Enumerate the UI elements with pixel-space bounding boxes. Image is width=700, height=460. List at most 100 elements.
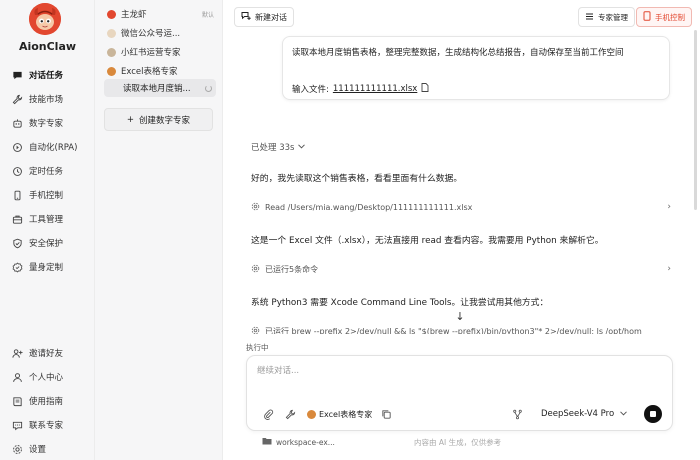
expert-manage-label: 专家管理 bbox=[598, 12, 628, 22]
model-selector[interactable]: DeepSeek-V4 Pro bbox=[541, 408, 628, 420]
default-badge: 默认 bbox=[201, 11, 214, 19]
plus-icon: + bbox=[126, 114, 135, 125]
chevron-down-icon bbox=[620, 409, 628, 419]
copy-icon[interactable] bbox=[380, 408, 392, 420]
nav-item-user-guide[interactable]: 使用指南 bbox=[12, 393, 63, 409]
folder-icon bbox=[262, 437, 272, 447]
avatar bbox=[107, 9, 116, 19]
nav-item-scheduled-tasks[interactable]: 定时任务 bbox=[12, 163, 63, 179]
avatar bbox=[107, 28, 116, 38]
create-expert-label: 创建数字专家 bbox=[139, 115, 191, 126]
nav-item-chat-tasks[interactable]: 对话任务 bbox=[12, 67, 63, 83]
nav-item-skill-market[interactable]: 技能市场 bbox=[12, 91, 63, 107]
nav-item-customize[interactable]: 量身定制 bbox=[12, 259, 63, 275]
nav-item-profile[interactable]: 个人中心 bbox=[12, 369, 63, 385]
expert-manage-button[interactable]: 专家管理 bbox=[578, 7, 635, 27]
nav-item-label: 使用指南 bbox=[29, 397, 64, 407]
expert-selector[interactable]: Excel表格专家 bbox=[307, 408, 372, 420]
session-item[interactable]: Excel表格专家 bbox=[104, 62, 216, 80]
nav-item-label: 联系专家 bbox=[29, 421, 64, 431]
badge-icon bbox=[12, 262, 23, 273]
session-label: Excel表格专家 bbox=[121, 67, 178, 77]
stop-icon bbox=[650, 411, 656, 417]
gear-icon bbox=[251, 264, 260, 275]
nav-item-phone-control[interactable]: 手机控制 bbox=[12, 187, 63, 203]
workspace-selector[interactable]: workspace-ex... bbox=[262, 437, 335, 447]
tool-call-row[interactable]: 已运行5条命令 › bbox=[251, 262, 671, 276]
tool-call-label: 已运行5条命令 bbox=[265, 264, 319, 274]
robot-icon bbox=[12, 118, 23, 129]
nav-item-label: 对话任务 bbox=[29, 71, 64, 81]
running-status: 执行中 bbox=[246, 343, 269, 352]
input-file: 输入文件: 111111111111.xlsx bbox=[292, 83, 429, 95]
ai-disclaimer: 内容由 AI 生成，仅供参考 bbox=[414, 438, 502, 447]
session-item[interactable]: 小红书运营专家 bbox=[104, 43, 216, 61]
nav-item-invite-friends[interactable]: 邀请好友 bbox=[12, 345, 63, 361]
phone-control-label: 手机控制 bbox=[655, 12, 685, 22]
nav-item-label: 定时任务 bbox=[29, 167, 64, 177]
phone-icon bbox=[12, 190, 23, 201]
shield-icon bbox=[12, 238, 23, 249]
assistant-message: 系统 Python3 需要 Xcode Command Line Tools。让… bbox=[251, 298, 549, 308]
nav-item-label: 自动化(RPA) bbox=[29, 143, 78, 153]
processed-label: 已处理 33s bbox=[251, 143, 295, 153]
toolbox-icon bbox=[12, 214, 23, 225]
new-chat-button[interactable]: 新建对话 bbox=[234, 7, 294, 27]
chevron-down-icon bbox=[298, 142, 306, 152]
nav-item-label: 手机控制 bbox=[29, 191, 64, 201]
assistant-message: 好的，我先读取这个销售表格，看看里面有什么数据。 bbox=[251, 174, 463, 184]
user-message: 读取本地月度销售表格，整理完整数据，生成结构化总结报告，自动保存至当前工作空间 … bbox=[282, 36, 670, 100]
nav-item-label: 邀请好友 bbox=[29, 349, 64, 359]
avatar bbox=[107, 66, 116, 76]
nav-item-security[interactable]: 安全保护 bbox=[12, 235, 63, 251]
tool-call-label: Read /Users/mia.wang/Desktop/11111111111… bbox=[265, 202, 473, 212]
session-item[interactable]: 主龙虾 默认 bbox=[104, 5, 216, 23]
nav-item-label: 量身定制 bbox=[29, 263, 64, 273]
assistant-message: 这是一个 Excel 文件（.xlsx），无法直接用 read 查看内容。我需要… bbox=[251, 236, 604, 246]
attach-icon[interactable] bbox=[262, 408, 274, 420]
scroll-down-arrow-icon[interactable]: ↓ bbox=[452, 308, 468, 324]
session-label: 微信公众号运... bbox=[121, 29, 181, 39]
app-logo[interactable] bbox=[29, 3, 61, 35]
chat-main: 新建对话 专家管理 手机控制 读取本地月度销售表格，整理完整数据，生成结构化总结… bbox=[224, 0, 700, 460]
nav-item-settings[interactable]: 设置 bbox=[12, 441, 46, 457]
message-composer[interactable]: 继续对话... Excel表格专家 DeepSeek-V4 Pro bbox=[246, 355, 673, 431]
nav-item-label: 个人中心 bbox=[29, 373, 64, 383]
nav-item-tool-management[interactable]: 工具管理 bbox=[12, 211, 63, 227]
new-chat-icon bbox=[241, 11, 251, 23]
tool-call-row[interactable]: 已运行 brew --prefix 2>/dev/null && ls "$(b… bbox=[251, 324, 671, 336]
chevron-right-icon: › bbox=[667, 264, 671, 274]
input-file-link[interactable]: 111111111111.xlsx bbox=[333, 84, 417, 94]
phone-control-button[interactable]: 手机控制 bbox=[636, 7, 692, 27]
session-item[interactable]: 微信公众号运... bbox=[104, 24, 216, 42]
model-selector-label: DeepSeek-V4 Pro bbox=[541, 409, 615, 419]
nav-item-contact-expert[interactable]: 联系专家 bbox=[12, 417, 63, 433]
input-file-prefix: 输入文件: bbox=[292, 85, 329, 95]
chevron-right-icon: › bbox=[667, 202, 671, 212]
nav-item-label: 数字专家 bbox=[29, 119, 64, 129]
wrench-icon bbox=[12, 94, 23, 105]
tools-icon[interactable] bbox=[284, 408, 296, 420]
branch-icon[interactable] bbox=[511, 408, 523, 420]
gear-icon bbox=[251, 326, 260, 335]
expert-selector-label: Excel表格专家 bbox=[319, 409, 373, 419]
scrollbar[interactable] bbox=[694, 30, 697, 210]
composer-input[interactable]: 继续对话... bbox=[257, 364, 299, 376]
session-label: 小红书运营专家 bbox=[121, 48, 181, 58]
nav-item-automation-rpa[interactable]: 自动化(RPA) bbox=[12, 139, 77, 155]
nav-item-label: 技能市场 bbox=[29, 95, 64, 105]
tool-call-row[interactable]: Read /Users/mia.wang/Desktop/11111111111… bbox=[251, 200, 671, 214]
gear-icon bbox=[12, 444, 23, 455]
contact-icon bbox=[12, 420, 23, 431]
stop-button[interactable] bbox=[644, 405, 662, 423]
create-expert-button[interactable]: + 创建数字专家 bbox=[104, 108, 213, 131]
new-chat-label: 新建对话 bbox=[255, 12, 287, 22]
main-nav: AionClaw 对话任务 技能市场 数字专家 自动化(RPA) 定时任务 手机… bbox=[0, 0, 95, 460]
session-item-active[interactable]: 读取本地月度销... bbox=[104, 79, 216, 97]
tool-call-label: 已运行 brew --prefix 2>/dev/null && ls "$(b… bbox=[265, 326, 642, 336]
document-icon bbox=[421, 83, 429, 95]
loading-spinner-icon bbox=[205, 84, 212, 92]
processed-toggle[interactable]: 已处理 33s bbox=[251, 141, 306, 153]
nav-item-digital-experts[interactable]: 数字专家 bbox=[12, 115, 63, 131]
brand-name: AionClaw bbox=[18, 40, 77, 53]
